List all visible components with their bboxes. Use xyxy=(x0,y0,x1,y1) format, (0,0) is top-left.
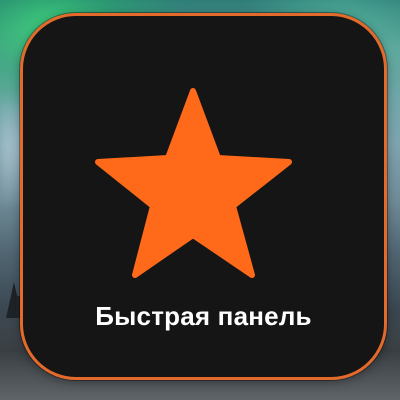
quick-panel-app-tile[interactable]: Быстрая панель xyxy=(20,13,387,380)
star-icon xyxy=(95,88,292,278)
app-tile-label: Быстрая панель xyxy=(95,301,312,331)
